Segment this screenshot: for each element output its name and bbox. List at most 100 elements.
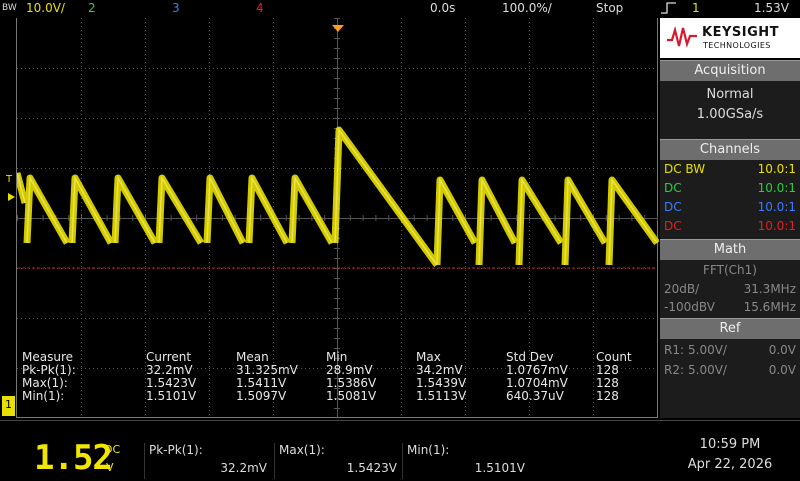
col-max: Max [416,350,441,364]
col-current: Current [146,350,192,364]
channel-probe: 10.0:1 [757,162,796,176]
brand-name: KEYSIGHT [702,25,779,40]
keysight-wave-icon [667,26,697,48]
col-count: Count [596,350,632,364]
time-scale[interactable]: 100.0%/ [502,1,552,15]
channel-probe: 10.0:1 [757,181,796,195]
meas-label: Min(1): [407,443,450,457]
measurement-header-row: Measure Current Mean Min Max Std Dev Cou… [22,350,652,364]
ch1-scale[interactable]: 10.0V/ [26,1,65,15]
cell: 1.5423V [146,376,197,390]
clock-time: 10:59 PM [699,437,761,452]
col-mean: Mean [236,350,269,364]
cell: 1.5113V [416,389,467,403]
ch1-ground-marker[interactable]: 1 [2,396,15,416]
channel-row-4[interactable]: DC 10.0:1 [664,219,796,237]
channel-coupling: DC BW [664,162,706,176]
math-span: 31.3MHz [743,282,796,296]
ref1-offset: 0.0V [768,343,796,357]
meas-cell-min[interactable]: Min(1): 1.5101V [402,443,531,479]
bandwidth-limit-label: BW [2,3,17,13]
channel-coupling: DC [664,181,682,195]
cell: 128 [596,376,619,390]
cell: 1.0767mV [506,363,568,377]
cell: 1.5081V [326,389,377,403]
big-voltage-reading: 1.52 [34,438,113,478]
cell: 128 [596,363,619,377]
ch4-indicator[interactable]: 4 [256,1,264,15]
cell: 1.5411V [236,376,287,390]
acquisition-section: Normal 1.00GSa/s [660,81,800,139]
trigger-level-marker: T [6,174,13,185]
col-measure: Measure [22,350,73,364]
cell: 28.9mV [326,363,373,377]
math-center: 15.6MHz [743,300,796,314]
ch3-indicator[interactable]: 3 [172,1,180,15]
cell: Pk-Pk(1): [22,363,76,377]
ref2-label: R2: [664,363,685,377]
trigger-level[interactable]: 1.53V [754,1,789,15]
cell: Max(1): [22,376,68,390]
ref-section: R1: 5.00V/ 0.0V R2: 5.00V/ 0.0V [660,339,800,418]
meas-cell-pkpk[interactable]: Pk-Pk(1): 32.2mV [144,443,273,479]
channel-probe: 10.0:1 [757,219,796,233]
channel-row-3[interactable]: DC 10.0:1 [664,200,796,218]
measurement-table: Measure Current Mean Min Max Std Dev Cou… [22,350,652,403]
ref2-scale: 5.00V/ [688,363,727,377]
meas-value: 32.2mV [220,461,267,475]
measurement-row: Min(1): 1.5101V 1.5097V 1.5081V 1.5113V … [22,389,652,403]
measurement-row: Pk-Pk(1): 32.2mV 31.325mV 28.9mV 34.2mV … [22,363,652,377]
math-function: FFT(Ch1) [703,263,757,277]
cell: 1.5097V [236,389,287,403]
meas-value: 1.5101V [474,461,525,475]
channels-header[interactable]: Channels [660,139,800,160]
acquisition-mode: Normal [706,87,754,102]
brand-subtitle: TECHNOLOGIES [703,41,771,50]
channel-row-2[interactable]: DC 10.0:1 [664,181,796,199]
cell: Min(1): [22,389,65,403]
clock-date: Apr 22, 2026 [687,457,773,472]
unit-label: V [106,461,114,474]
math-scale: 20dB/ [664,282,700,296]
math-header[interactable]: Math [660,239,800,260]
ch2-indicator[interactable]: 2 [88,1,96,15]
math-section: FFT(Ch1) 20dB/ 31.3MHz -100dBV 15.6MHz [660,260,800,318]
top-status-bar: BW 10.0V/ 2 3 4 0.0s 100.0%/ Stop 1 1.53… [0,0,800,18]
ch1-marker-label: 1 [5,398,12,411]
col-stddev: Std Dev [506,350,554,364]
trigger-edge-icon [660,1,678,18]
meas-cell-max[interactable]: Max(1): 1.5423V [274,443,403,479]
trigger-source[interactable]: 1 [692,1,700,15]
ref2-offset: 0.0V [768,363,796,377]
cell: 640.37uV [506,389,564,403]
cell: 32.2mV [146,363,193,377]
meas-label: Pk-Pk(1): [149,443,203,457]
ref1-label: R1: [664,343,685,357]
acquisition-header[interactable]: Acquisition [660,60,800,81]
time-offset[interactable]: 0.0s [430,1,455,15]
trigger-position-icon [332,18,344,37]
math-ref-level: -100dBV [664,300,715,314]
sample-rate: 1.00GSa/s [696,107,764,122]
bottom-bar: 1.52 DC V Pk-Pk(1): 32.2mV Max(1): 1.542… [0,420,800,481]
cell: 1.5386V [326,376,377,390]
measurement-row: Max(1): 1.5423V 1.5411V 1.5386V 1.5439V … [22,376,652,390]
cell: 1.5439V [416,376,467,390]
coupling-label: DC [104,443,121,456]
cell: 1.0704mV [506,376,568,390]
cell: 1.5101V [146,389,197,403]
cell: 34.2mV [416,363,463,377]
channel-coupling: DC [664,219,682,233]
brand-logo: KEYSIGHT TECHNOLOGIES [660,18,800,58]
meas-label: Max(1): [279,443,325,457]
cell: 31.325mV [236,363,298,377]
channels-section: DC BW 10.0:1 DC 10.0:1 DC 10.0:1 DC 10.0… [660,160,800,240]
col-min: Min [326,350,348,364]
channel-probe: 10.0:1 [757,200,796,214]
meas-value: 1.5423V [346,461,397,475]
channel-row-1[interactable]: DC BW 10.0:1 [664,162,796,180]
ref-header[interactable]: Ref [660,318,800,339]
cell: 128 [596,389,619,403]
side-panel: KEYSIGHT TECHNOLOGIES Acquisition Normal… [660,18,800,418]
channel-coupling: DC [664,200,682,214]
